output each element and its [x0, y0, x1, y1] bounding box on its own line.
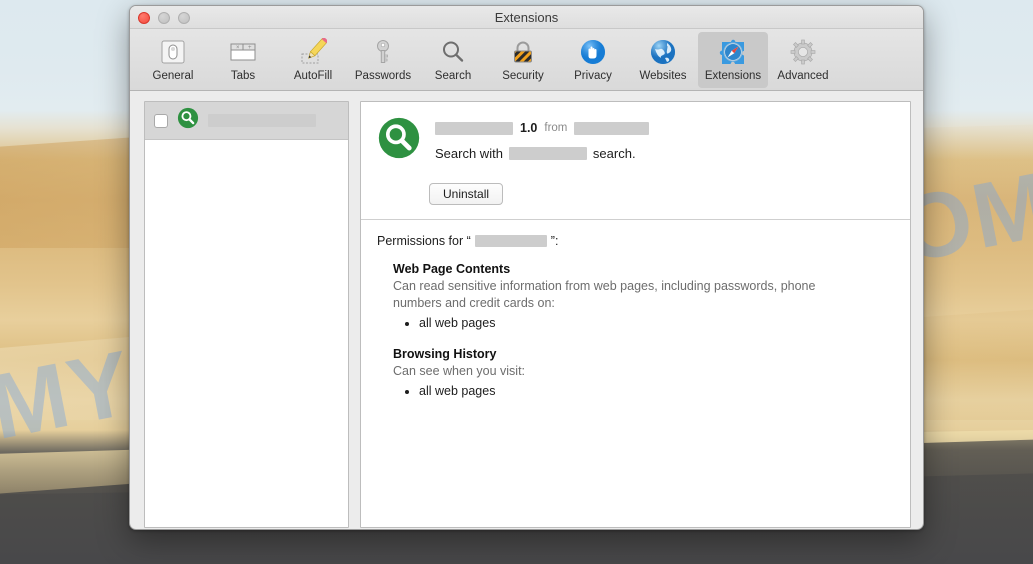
list-item: all web pages — [419, 314, 892, 333]
traffic-light-controls[interactable] — [138, 12, 190, 24]
permission-description: Can read sensitive information from web … — [393, 278, 853, 311]
green-magnifier-icon — [377, 116, 421, 165]
list-item: all web pages — [419, 382, 892, 401]
security-icon — [507, 36, 539, 68]
toolbar-label-tabs: Tabs — [231, 70, 255, 82]
passwords-icon — [367, 36, 399, 68]
safari-preferences-window: Extensions General — [129, 5, 924, 530]
preferences-content: 1.0 from Search with search. Uninstall — [130, 91, 923, 528]
extension-name-redacted — [435, 122, 513, 135]
window-title: Extensions — [495, 10, 559, 25]
desktop-wallpaper: MYANTISPYWARE.COM Extensions — [0, 0, 1033, 564]
permission-title: Browsing History — [393, 347, 892, 361]
toolbar-label-advanced: Advanced — [777, 70, 828, 82]
toolbar-item-extensions[interactable]: Extensions — [698, 32, 768, 88]
permissions-extension-name-redacted — [475, 235, 547, 247]
green-magnifier-icon — [177, 107, 199, 134]
description-suffix: search. — [593, 146, 636, 161]
list-item[interactable] — [145, 102, 348, 140]
permissions-section: Permissions for “ ”: Web Page Contents C… — [361, 220, 910, 401]
tabs-icon: × + — [227, 36, 259, 68]
permission-group-web-page-contents: Web Page Contents Can read sensitive inf… — [377, 262, 892, 333]
toolbar-label-websites: Websites — [639, 70, 686, 82]
maximize-window-icon[interactable] — [178, 12, 190, 24]
permissions-heading-suffix: ”: — [551, 234, 559, 248]
extensions-icon — [717, 36, 749, 68]
toolbar-label-autofill: AutoFill — [294, 70, 332, 82]
general-icon — [157, 36, 189, 68]
websites-icon — [647, 36, 679, 68]
permissions-heading: Permissions for “ ”: — [377, 234, 892, 248]
extension-description: Search with search. — [435, 146, 649, 161]
permission-scope-list: all web pages — [419, 314, 892, 333]
toolbar-label-security: Security — [502, 70, 544, 82]
extension-version: 1.0 — [520, 121, 537, 135]
permission-title: Web Page Contents — [393, 262, 892, 276]
toolbar-label-privacy: Privacy — [574, 70, 612, 82]
extension-enable-checkbox[interactable] — [154, 114, 168, 128]
toolbar-item-autofill[interactable]: AutoFill — [278, 32, 348, 88]
window-titlebar: Extensions — [130, 6, 923, 29]
autofill-icon — [297, 36, 329, 68]
toolbar-label-extensions: Extensions — [705, 70, 761, 82]
search-icon — [437, 36, 469, 68]
toolbar-item-advanced[interactable]: Advanced — [768, 32, 838, 88]
permission-group-browsing-history: Browsing History Can see when you visit:… — [377, 347, 892, 401]
extension-title-line: 1.0 from — [435, 120, 649, 136]
svg-text:+: + — [248, 45, 252, 51]
extension-name-redacted — [208, 114, 316, 127]
extensions-list[interactable] — [144, 101, 349, 528]
toolbar-label-passwords: Passwords — [355, 70, 411, 82]
permission-scope-list: all web pages — [419, 382, 892, 401]
toolbar-label-general: General — [153, 70, 194, 82]
toolbar-item-search[interactable]: Search — [418, 32, 488, 88]
toolbar-item-tabs[interactable]: × + Tabs — [208, 32, 278, 88]
close-window-icon[interactable] — [138, 12, 150, 24]
from-label: from — [544, 122, 567, 134]
permission-description: Can see when you visit: — [393, 363, 853, 380]
toolbar-item-websites[interactable]: Websites — [628, 32, 698, 88]
minimize-window-icon[interactable] — [158, 12, 170, 24]
advanced-icon — [787, 36, 819, 68]
toolbar-item-security[interactable]: Security — [488, 32, 558, 88]
toolbar-label-search: Search — [435, 70, 471, 82]
description-redacted — [509, 147, 587, 160]
extension-publisher-redacted — [574, 122, 649, 135]
extension-detail-pane: 1.0 from Search with search. Uninstall — [360, 101, 911, 528]
toolbar-item-privacy[interactable]: Privacy — [558, 32, 628, 88]
privacy-icon — [577, 36, 609, 68]
toolbar-item-passwords[interactable]: Passwords — [348, 32, 418, 88]
preferences-toolbar: General × + Tabs — [130, 29, 923, 91]
permissions-heading-prefix: Permissions for “ — [377, 234, 471, 248]
description-prefix: Search with — [435, 146, 503, 161]
extension-header: 1.0 from Search with search. — [361, 102, 910, 165]
uninstall-button[interactable]: Uninstall — [429, 183, 503, 205]
svg-text:×: × — [236, 45, 240, 51]
extension-meta: 1.0 from Search with search. — [435, 116, 649, 165]
toolbar-item-general[interactable]: General — [138, 32, 208, 88]
